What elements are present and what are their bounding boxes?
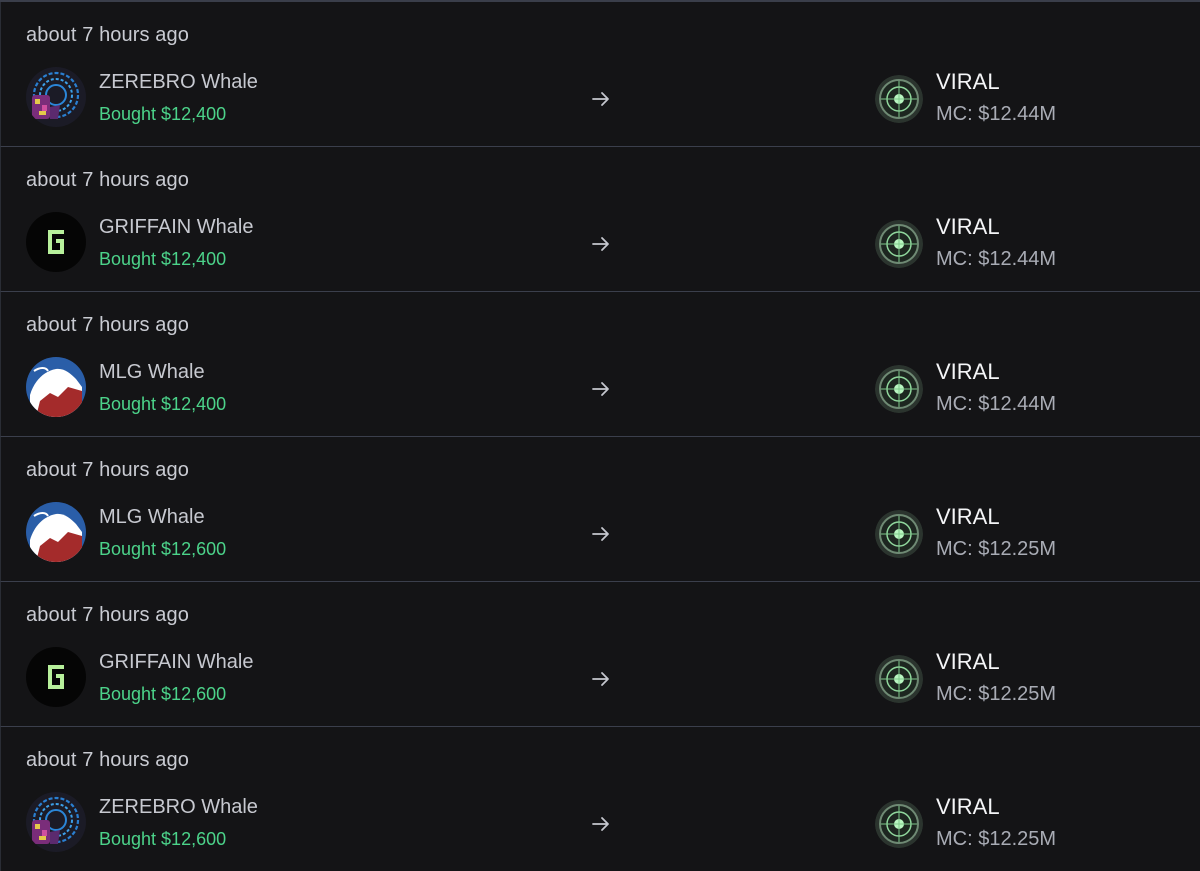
timestamp: about 7 hours ago (26, 459, 189, 481)
whale-activity-feed: about 7 hours ago ZEREBRO Whale Bought $… (0, 0, 1200, 871)
bought-amount: Bought $12,600 (99, 684, 227, 704)
timestamp: about 7 hours ago (26, 24, 189, 46)
griffain-avatar[interactable] (26, 647, 86, 707)
whale-name[interactable]: GRIFFAIN Whale (99, 651, 253, 674)
arrow-right-icon (590, 378, 612, 400)
mlg-avatar[interactable] (26, 502, 86, 562)
token-name[interactable]: VIRAL (936, 794, 1000, 820)
arrow-right-icon (590, 813, 612, 835)
token-name[interactable]: VIRAL (936, 504, 1000, 530)
bought-amount: Bought $12,400 (99, 249, 227, 269)
timestamp: about 7 hours ago (26, 314, 189, 336)
timestamp: about 7 hours ago (26, 604, 189, 626)
whale-name[interactable]: GRIFFAIN Whale (99, 216, 253, 239)
arrow-right-icon (590, 523, 612, 545)
feed-row[interactable]: about 7 hours ago GRIFFAIN Whale Bought … (0, 147, 1200, 292)
market-cap: MC: $12.25M (936, 538, 1057, 560)
feed-row[interactable]: about 7 hours ago ZEREBRO Whale Bought $… (0, 727, 1200, 871)
viral-token-icon[interactable] (875, 655, 923, 703)
token-name[interactable]: VIRAL (936, 649, 1000, 675)
whale-name[interactable]: MLG Whale (99, 361, 205, 384)
bought-amount: Bought $12,600 (99, 539, 227, 559)
token-name[interactable]: VIRAL (936, 69, 1000, 95)
mlg-avatar[interactable] (26, 357, 86, 417)
timestamp: about 7 hours ago (26, 749, 189, 771)
market-cap: MC: $12.44M (936, 103, 1057, 125)
bought-amount: Bought $12,400 (99, 104, 227, 124)
feed-row[interactable]: about 7 hours ago GRIFFAIN Whale Bought … (0, 582, 1200, 727)
arrow-right-icon (590, 233, 612, 255)
viral-token-icon[interactable] (875, 510, 923, 558)
bought-amount: Bought $12,400 (99, 394, 227, 414)
viral-token-icon[interactable] (875, 365, 923, 413)
whale-name[interactable]: ZEREBRO Whale (99, 71, 258, 94)
viral-token-icon[interactable] (875, 800, 923, 848)
feed-row[interactable]: about 7 hours ago ZEREBRO Whale Bought $… (0, 2, 1200, 147)
viral-token-icon[interactable] (875, 220, 923, 268)
arrow-right-icon (590, 668, 612, 690)
whale-name[interactable]: ZEREBRO Whale (99, 796, 258, 819)
market-cap: MC: $12.25M (936, 828, 1057, 850)
zerebro-avatar[interactable] (26, 792, 86, 852)
zerebro-avatar[interactable] (26, 67, 86, 127)
feed-row[interactable]: about 7 hours ago MLG Whale Bought $12,6… (0, 437, 1200, 582)
market-cap: MC: $12.44M (936, 248, 1057, 270)
market-cap: MC: $12.25M (936, 683, 1057, 705)
arrow-right-icon (590, 88, 612, 110)
token-name[interactable]: VIRAL (936, 359, 1000, 385)
feed-row[interactable]: about 7 hours ago MLG Whale Bought $12,4… (0, 292, 1200, 437)
token-name[interactable]: VIRAL (936, 214, 1000, 240)
bought-amount: Bought $12,600 (99, 829, 227, 849)
whale-name[interactable]: MLG Whale (99, 506, 205, 529)
timestamp: about 7 hours ago (26, 169, 189, 191)
market-cap: MC: $12.44M (936, 393, 1057, 415)
viral-token-icon[interactable] (875, 75, 923, 123)
griffain-avatar[interactable] (26, 212, 86, 272)
